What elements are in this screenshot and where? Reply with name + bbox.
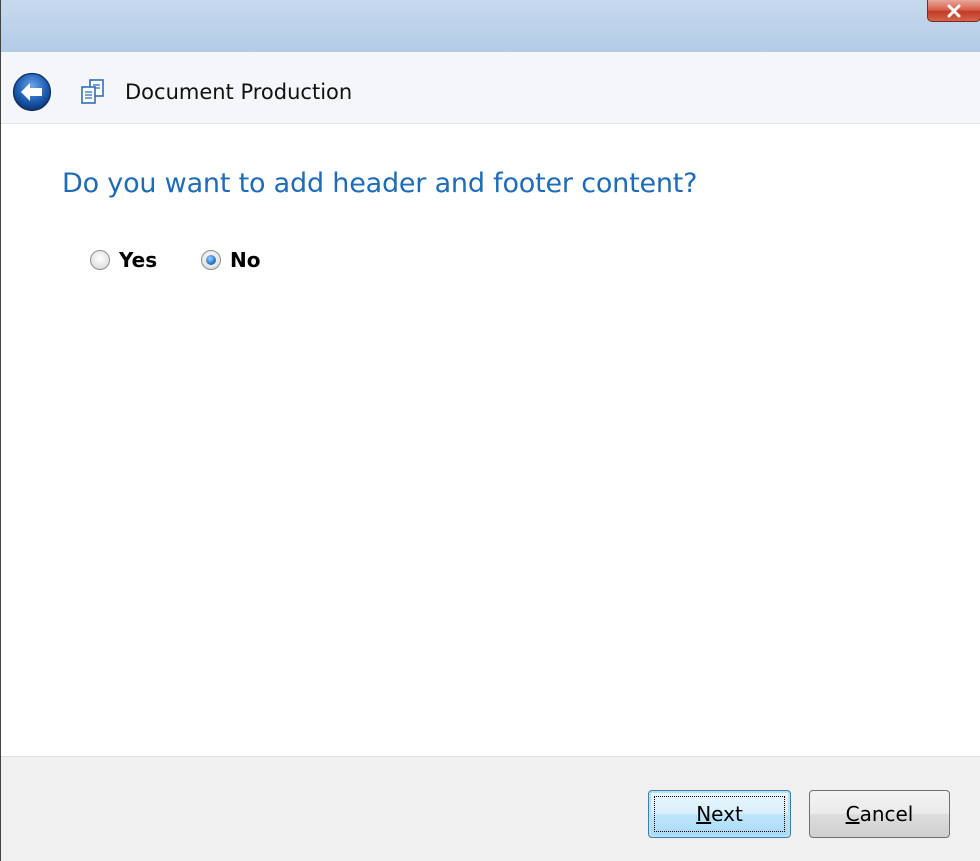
next-button[interactable]: Next (648, 790, 791, 838)
radio-yes[interactable]: Yes (90, 247, 157, 273)
document-production-icon (79, 78, 107, 106)
title-bar (1, 0, 980, 52)
wizard-window: Document Production Do you want to add h… (0, 0, 980, 861)
back-arrow-icon (12, 72, 52, 112)
radio-yes-label[interactable]: Yes (119, 248, 157, 272)
question-heading: Do you want to add header and footer con… (62, 168, 698, 199)
cancel-button-label: Cancel (845, 802, 914, 826)
radio-no-indicator[interactable] (201, 250, 221, 270)
wizard-title: Document Production (125, 80, 353, 104)
radio-yes-indicator[interactable] (90, 250, 110, 270)
focus-rectangle (654, 796, 785, 832)
radio-no[interactable]: No (201, 247, 260, 273)
close-icon (947, 4, 961, 17)
radio-no-label[interactable]: No (230, 248, 260, 272)
close-button[interactable] (927, 0, 980, 22)
cancel-button[interactable]: Cancel (809, 790, 950, 838)
wizard-header: Document Production (1, 52, 980, 124)
back-button[interactable] (12, 72, 52, 112)
wizard-footer: Next Cancel (1, 756, 980, 861)
